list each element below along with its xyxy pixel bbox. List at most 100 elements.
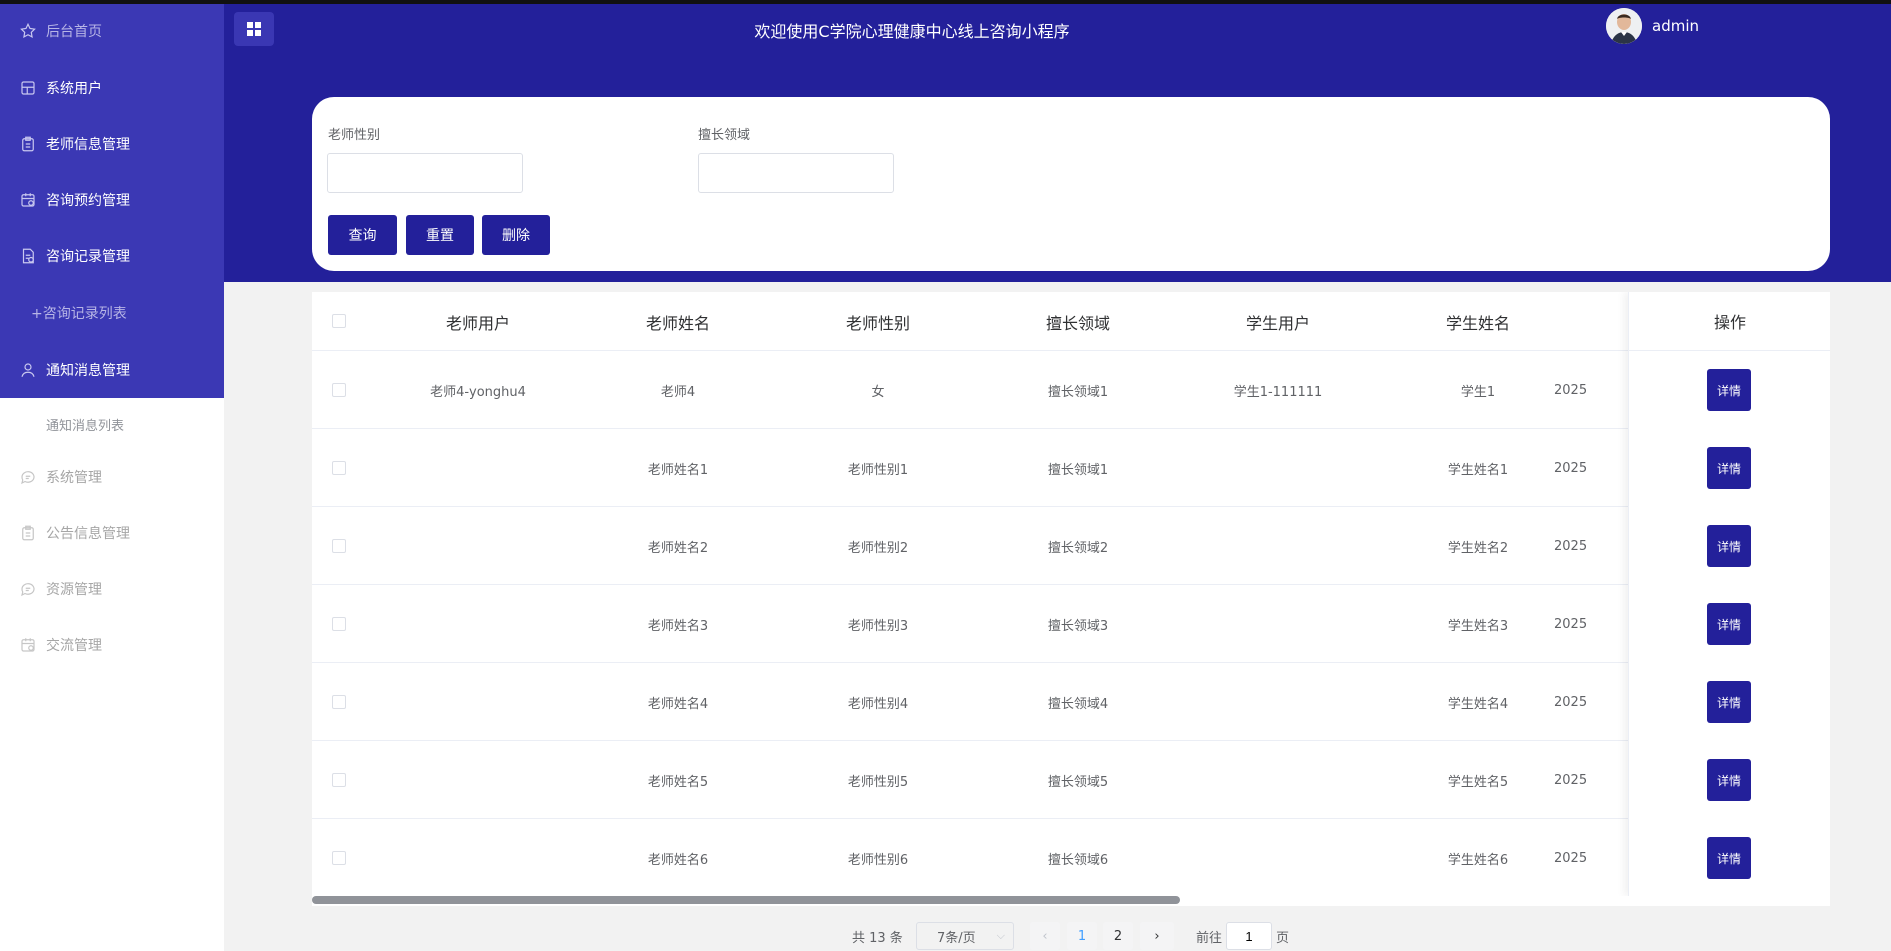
table-cell: 老师姓名3 — [647, 618, 709, 634]
clipboard-icon — [18, 523, 38, 543]
column-header[interactable]: 学生用户 — [1178, 292, 1378, 351]
delete-button[interactable]: 删除 — [482, 215, 550, 255]
row-checkbox[interactable] — [332, 617, 346, 631]
table-cell: 老师姓名4 — [647, 696, 709, 712]
user-menu[interactable]: admin — [1606, 8, 1699, 44]
page-unit-label: 页 — [1276, 930, 1290, 946]
next-page-button[interactable]: › — [1140, 922, 1174, 950]
row-checkbox[interactable] — [332, 695, 346, 709]
column-header-actions: 操作 — [1629, 292, 1830, 351]
table-cell: 2025 — [1554, 382, 1588, 398]
search-panel: 老师性别 擅长领域 查询 重置 删除 — [312, 97, 1830, 271]
row-checkbox[interactable] — [332, 383, 346, 397]
table-row: 老师姓名4 老师性别4 擅长领域4 学生姓名4 2025 — [312, 663, 1830, 741]
detail-button[interactable]: 详情 — [1707, 447, 1751, 489]
row-checkbox[interactable] — [332, 773, 346, 787]
username: admin — [1652, 17, 1699, 35]
table-header: 老师用户 老师姓名 老师性别 擅长领域 学生用户 学生姓名 — [312, 292, 1830, 351]
table-cell — [378, 585, 578, 663]
sidebar-item-label: 资源管理 — [46, 582, 102, 598]
horizontal-scrollbar[interactable] — [312, 896, 1180, 904]
sidebar-item-records[interactable]: 咨询记录管理 — [0, 228, 224, 284]
sidebar-item-label: 咨询记录管理 — [46, 249, 130, 265]
sidebar-item-teacher-info[interactable]: 老师信息管理 — [0, 116, 224, 172]
table-cell: 2025 — [1554, 460, 1588, 476]
sidebar-item-home[interactable]: 后台首页 — [0, 2, 224, 60]
sidebar-item-exchange[interactable]: 交流管理 — [0, 617, 224, 673]
sidebar-item-system[interactable]: 系统管理 — [0, 449, 224, 505]
table-row: 老师姓名1 老师性别1 擅长领域1 学生姓名1 2025 — [312, 429, 1830, 507]
table-cell: 2025 — [1554, 772, 1588, 788]
table-cell — [1178, 741, 1378, 819]
clipboard-icon — [18, 134, 38, 154]
chevron-down-icon: ⌵ — [996, 929, 1005, 942]
sidebar-item-label: 系统用户 — [46, 81, 102, 97]
goto-label: 前往 — [1196, 930, 1223, 946]
table-cell: 老师性别5 — [847, 774, 909, 790]
avatar[interactable] — [1606, 8, 1642, 44]
sidebar-item-label: 公告信息管理 — [46, 526, 130, 542]
sidebar-item-resources[interactable]: 资源管理 — [0, 561, 224, 617]
sidebar-item-label: 通知消息管理 — [46, 362, 130, 379]
sidebar-item-notifications[interactable]: 通知消息管理 — [0, 341, 224, 398]
sidebar-item-announcements[interactable]: 公告信息管理 — [0, 505, 224, 561]
table-cell: 老师性别4 — [847, 696, 909, 712]
detail-button[interactable]: 详情 — [1707, 369, 1751, 411]
calendar-icon — [18, 190, 38, 210]
table-row: 老师姓名6 老师性别6 擅长领域6 学生姓名6 2025 — [312, 819, 1830, 897]
table-cell: 老师姓名1 — [647, 462, 709, 478]
table-cell: 擅长领域2 — [1047, 540, 1109, 556]
column-header[interactable]: 擅长领域 — [978, 292, 1178, 351]
query-button[interactable]: 查询 — [328, 215, 397, 255]
chevron-right-icon: › — [1154, 928, 1160, 944]
table-cell — [1178, 819, 1378, 897]
sidebar-item-appointment[interactable]: 咨询预约管理 — [0, 172, 224, 228]
select-all-checkbox[interactable] — [332, 314, 346, 328]
table-cell: 擅长领域4 — [1047, 696, 1109, 712]
prev-page-button[interactable]: ‹ — [1030, 922, 1060, 950]
page-size-value: 7条/页 — [937, 930, 976, 946]
table-cell: 女 — [871, 384, 885, 400]
field-filter-input[interactable] — [698, 153, 894, 193]
column-header[interactable]: 老师用户 — [378, 292, 578, 351]
page-button-1[interactable]: 1 — [1067, 922, 1097, 950]
field-filter-label: 擅长领域 — [698, 128, 751, 143]
table-row: 老师姓名3 老师性别3 擅长领域3 学生姓名3 2025 — [312, 585, 1830, 663]
column-header[interactable]: 学生姓名 — [1378, 292, 1578, 351]
page-button-2[interactable]: 2 — [1103, 922, 1133, 950]
detail-button[interactable]: 详情 — [1707, 681, 1751, 723]
table-cell — [1178, 663, 1378, 741]
detail-button[interactable]: 详情 — [1707, 603, 1751, 645]
goto-page-input[interactable] — [1226, 922, 1272, 950]
gender-filter-input[interactable] — [327, 153, 523, 193]
page-size-select[interactable]: 7条/页 ⌵ — [916, 922, 1014, 950]
detail-button[interactable]: 详情 — [1707, 759, 1751, 801]
page-title: 欢迎使用C学院心理健康中心线上咨询小程序 — [754, 22, 1070, 41]
sidebar-subitem-record-list[interactable]: +咨询记录列表 — [0, 284, 224, 341]
row-checkbox[interactable] — [332, 851, 346, 865]
table-cell: 老师性别1 — [847, 462, 909, 478]
column-header[interactable]: 老师姓名 — [578, 292, 778, 351]
table-cell: 2025 — [1554, 694, 1588, 710]
column-header[interactable]: 老师性别 — [778, 292, 978, 351]
table-cell — [378, 741, 578, 819]
row-checkbox[interactable] — [332, 461, 346, 475]
sidebar-subitem-label: +咨询记录列表 — [31, 305, 127, 322]
grid-icon — [18, 78, 38, 98]
table-cell: 老师姓名2 — [647, 540, 709, 556]
detail-button[interactable]: 详情 — [1707, 525, 1751, 567]
sidebar-item-label: 老师信息管理 — [46, 137, 130, 153]
row-checkbox[interactable] — [332, 539, 346, 553]
total-count: 共 13 条 — [852, 930, 903, 946]
table-cell: 老师4 — [660, 384, 696, 400]
sidebar-subitem-notice-list[interactable]: 通知消息列表 — [0, 396, 224, 452]
sidebar-item-system-users[interactable]: 系统用户 — [0, 60, 224, 116]
sidebar-item-label: 系统管理 — [46, 470, 102, 486]
table-cell — [378, 507, 578, 585]
table-row: 老师4-yonghu4 老师4 女擅长领域1 学生1-111111 学生1 2025 — [312, 351, 1830, 429]
chat-icon — [18, 467, 38, 487]
table-cell — [1178, 585, 1378, 663]
reset-button[interactable]: 重置 — [406, 215, 474, 255]
detail-button[interactable]: 详情 — [1707, 837, 1751, 879]
table-cell — [1178, 429, 1378, 507]
